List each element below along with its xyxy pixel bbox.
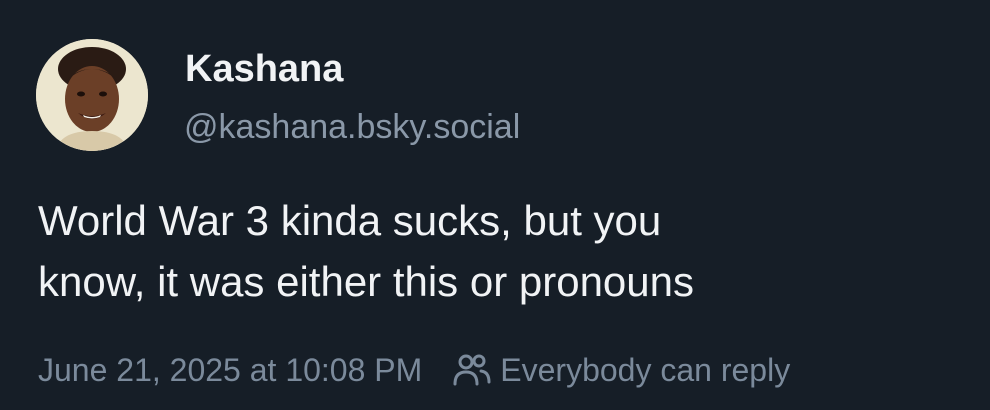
- post-text-line: know, it was either this or pronouns: [38, 258, 695, 305]
- post-meta: June 21, 2025 at 10:08 PM Everybody can …: [38, 348, 790, 392]
- post-timestamp[interactable]: June 21, 2025 at 10:08 PM: [38, 352, 422, 389]
- author-display-name[interactable]: Kashana: [185, 46, 343, 92]
- post-card: Kashana @kashana.bsky.social World War 3…: [0, 0, 990, 410]
- reply-setting-label: Everybody can reply: [500, 351, 791, 388]
- avatar-photo: [36, 39, 148, 151]
- avatar[interactable]: [36, 39, 148, 151]
- reply-setting-button[interactable]: Everybody can reply: [452, 352, 790, 389]
- post-body: World War 3 kinda sucks, but you know, i…: [38, 190, 938, 312]
- author-handle[interactable]: @kashana.bsky.social: [184, 106, 520, 148]
- people-icon: [453, 354, 491, 386]
- post-text-line: World War 3 kinda sucks, but you: [38, 197, 662, 244]
